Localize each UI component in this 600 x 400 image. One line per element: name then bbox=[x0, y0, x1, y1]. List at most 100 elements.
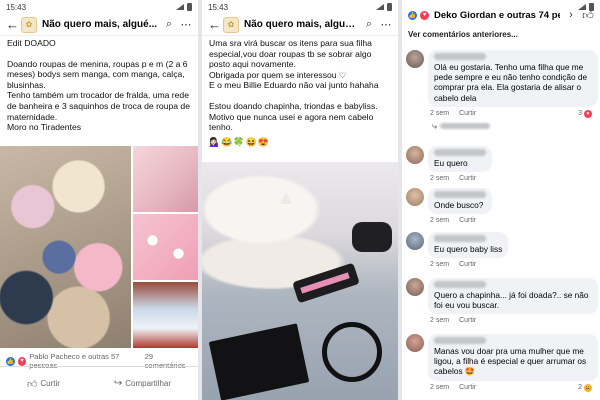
like-label: Curtir bbox=[40, 379, 60, 388]
post-line: Estou doando chapinha, triondas e babyli… bbox=[209, 100, 378, 111]
post-line: Edit DOADO bbox=[7, 38, 56, 48]
comment-text: Manas vou doar pra uma mulher que me lig… bbox=[434, 346, 587, 377]
comment-time: 2 sem bbox=[430, 317, 450, 325]
post-text: Edit DOADO Doando roupas de menina, roup… bbox=[0, 36, 198, 135]
product-box-shape bbox=[208, 323, 310, 400]
more-icon[interactable]: ⋯ bbox=[380, 18, 392, 31]
post-line: Obrigada por quem se interessou ♡ bbox=[209, 69, 347, 80]
signal-icon bbox=[376, 4, 384, 10]
avatar[interactable] bbox=[406, 146, 424, 164]
share-label: Compartilhar bbox=[125, 379, 172, 388]
view-previous-comments[interactable]: Ver comentários anteriores... bbox=[402, 26, 600, 45]
battery-icon bbox=[187, 3, 192, 11]
comment-item: Onde busco? 2 sem Curtir bbox=[402, 188, 600, 224]
reactors-title[interactable]: Deko Giordan e outras 74 pessoas bbox=[434, 10, 560, 21]
commenter-name-blurred bbox=[434, 191, 486, 198]
photo-pink-blanket[interactable] bbox=[133, 214, 198, 280]
commenter-name-blurred bbox=[434, 53, 486, 60]
comment-item: Eu quero baby liss 2 sem Curtir bbox=[402, 232, 600, 268]
cat-ear-shape bbox=[280, 192, 292, 204]
emoji-line: 💁🏻‍♀️😂🍀😆😍 bbox=[209, 136, 271, 147]
status-bar: 15:43 bbox=[202, 0, 398, 14]
system-icons bbox=[176, 3, 192, 11]
avatar[interactable] bbox=[406, 50, 424, 68]
post-line: E o meu Billie Eduardo não vai junto hah… bbox=[209, 80, 379, 91]
comments-screen: 👍 ♥ Deko Giordan e outras 74 pessoas › 👍… bbox=[402, 0, 600, 400]
group-title[interactable]: Não quero mais, algué... bbox=[42, 19, 158, 30]
comment-like-button[interactable]: Curtir bbox=[459, 110, 476, 117]
love-reaction-icon: ♥ bbox=[420, 10, 429, 20]
hair-dryer-shape bbox=[352, 222, 392, 252]
post-action-bar: 👍︎ Curtir ↪ Compartilhar bbox=[0, 366, 198, 400]
comment-text: Eu quero bbox=[434, 158, 468, 168]
status-time: 15:43 bbox=[208, 2, 229, 12]
back-arrow-icon[interactable]: ← bbox=[6, 17, 19, 32]
group-title[interactable]: Não quero mais, algué... bbox=[244, 19, 358, 30]
comment-item: Eu quero 2 sem Curtir bbox=[402, 146, 600, 182]
comment-time: 2 sem bbox=[430, 261, 450, 269]
love-reaction-icon: ♥ bbox=[584, 109, 592, 118]
photo-baby-clothes[interactable] bbox=[0, 146, 131, 348]
photo-pink-items[interactable] bbox=[133, 146, 198, 212]
avatar[interactable] bbox=[406, 278, 424, 296]
comment-reaction-count[interactable]: 3 ♥ bbox=[578, 109, 600, 118]
battery-icon bbox=[387, 3, 392, 11]
like-button[interactable]: 👍︎ Curtir bbox=[27, 378, 60, 390]
comment-bubble: Manas vou doar pra uma mulher que me lig… bbox=[428, 334, 598, 381]
commenter-name-blurred bbox=[434, 281, 486, 288]
avatar[interactable] bbox=[406, 232, 424, 250]
post-line: Motivo que nunca usei e agora nem cabelo… bbox=[209, 111, 374, 133]
comment-text: Onde busco? bbox=[434, 200, 484, 210]
more-icon[interactable]: ⋯ bbox=[180, 18, 192, 31]
like-reaction-icon: 👍 bbox=[6, 356, 15, 366]
group-avatar[interactable]: ✿ bbox=[21, 16, 37, 33]
comment-time: 2 sem bbox=[430, 384, 450, 392]
thumbs-up-outline-icon[interactable]: 👍︎ bbox=[582, 9, 594, 22]
commenter-name-blurred bbox=[434, 235, 486, 242]
post-line bbox=[209, 91, 391, 101]
post-line: Moro no Tiradentes bbox=[7, 122, 82, 133]
comment-like-button[interactable]: Curtir bbox=[459, 317, 476, 324]
back-arrow-icon[interactable]: ← bbox=[208, 17, 221, 32]
post-line: Uma sra virá buscar os itens para sua fi… bbox=[209, 38, 372, 70]
comment-item: Manas vou doar pra uma mulher que me lig… bbox=[402, 334, 600, 392]
reply-indicator[interactable]: ⤷ bbox=[402, 121, 600, 132]
photo-grid[interactable] bbox=[0, 146, 198, 348]
post-screen-left: 15:43 ← ✿ Não quero mais, algué... ⌕ ⋯ E… bbox=[0, 0, 198, 400]
photo-cat-hair-tools[interactable] bbox=[202, 162, 398, 400]
photo-diaper-bag[interactable] bbox=[133, 282, 198, 348]
post-screen-middle: 15:43 ← ✿ Não quero mais, algué... ⌕ ⋯ U… bbox=[202, 0, 398, 400]
commenter-name-blurred bbox=[434, 149, 486, 156]
commenter-name-blurred bbox=[434, 337, 486, 344]
comment-bubble: Eu quero baby liss bbox=[428, 232, 509, 259]
avatar[interactable] bbox=[406, 188, 424, 206]
search-icon[interactable]: ⌕ bbox=[363, 18, 375, 31]
cord-shape bbox=[322, 322, 382, 382]
avatar[interactable] bbox=[406, 334, 424, 352]
comment-meta: 2 sem Curtir bbox=[402, 217, 600, 224]
comment-like-button[interactable]: Curtir bbox=[459, 384, 476, 391]
comment-bubble: Onde busco? bbox=[428, 188, 492, 215]
comment-item: Olá eu gostaria. Tenho uma filha que me … bbox=[402, 50, 600, 132]
comment-time: 2 sem bbox=[430, 175, 450, 183]
signal-icon bbox=[176, 4, 184, 10]
post-text: Uma sra virá buscar os itens para sua fi… bbox=[202, 36, 398, 135]
comment-like-button[interactable]: Curtir bbox=[459, 217, 476, 224]
system-icons bbox=[376, 3, 392, 11]
comment-like-button[interactable]: Curtir bbox=[459, 175, 476, 182]
comment-text: Olá eu gostaria. Tenho uma filha que me … bbox=[434, 62, 588, 103]
comment-meta: 2 sem Curtir bbox=[402, 175, 600, 182]
group-avatar[interactable]: ✿ bbox=[223, 16, 239, 33]
comment-bubble: Quero a chapinha... já foi doada?.. se n… bbox=[428, 278, 598, 315]
comment-text: Quero a chapinha... já foi doada?.. se n… bbox=[434, 290, 589, 311]
comment-meta: 2 sem Curtir bbox=[402, 317, 600, 324]
haha-reaction-icon: 😆 bbox=[584, 383, 592, 392]
reactions-header: 👍 ♥ Deko Giordan e outras 74 pessoas › 👍… bbox=[402, 4, 600, 26]
search-icon[interactable]: ⌕ bbox=[163, 18, 175, 31]
share-button[interactable]: ↪ Compartilhar bbox=[114, 378, 171, 389]
like-reaction-icon: 👍 bbox=[408, 10, 417, 20]
comment-reaction-count[interactable]: 2 😆 bbox=[578, 383, 600, 392]
group-header: ← ✿ Não quero mais, algué... ⌕ ⋯ bbox=[202, 14, 398, 36]
chevron-right-icon[interactable]: › bbox=[565, 9, 577, 21]
comment-like-button[interactable]: Curtir bbox=[459, 261, 476, 268]
